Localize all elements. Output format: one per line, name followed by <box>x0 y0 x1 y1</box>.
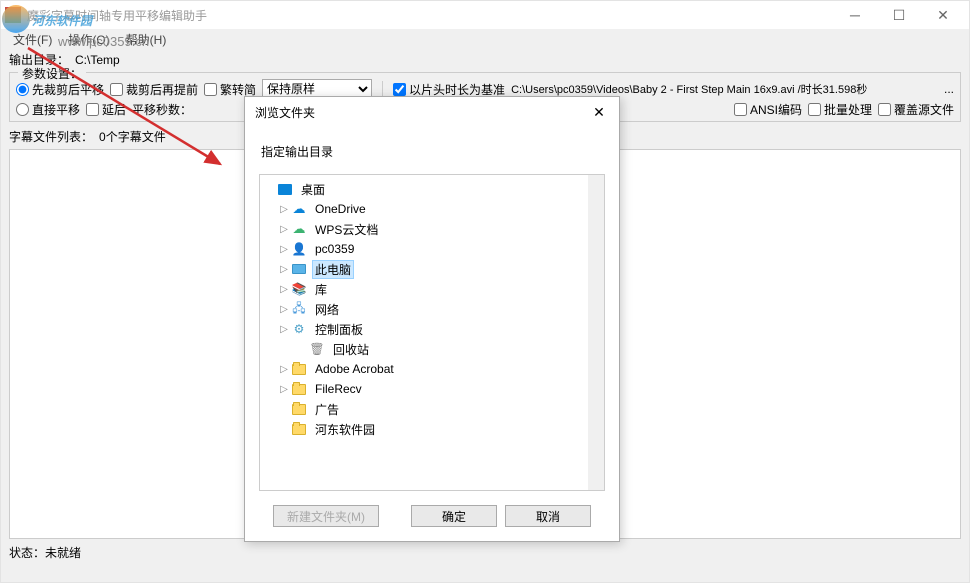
dialog-title: 浏览文件夹 <box>255 104 589 121</box>
check-overwrite[interactable]: 覆盖源文件 <box>878 101 954 118</box>
menu-operate[interactable]: 操作(O) <box>60 29 117 50</box>
params-title: 参数设置： <box>18 65 86 82</box>
folder-icon <box>292 424 306 435</box>
check-batch[interactable]: 批量处理 <box>808 101 872 118</box>
tree-control[interactable]: ▷⚙控制面板 <box>260 319 604 339</box>
video-info: C:\Users\pc0359\Videos\Baby 2 - First St… <box>511 81 867 97</box>
check-clip-basis[interactable]: 以片头时长为基准 <box>393 81 505 98</box>
separator <box>382 81 383 97</box>
tree-ad[interactable]: 广告 <box>260 399 604 419</box>
menu-help[interactable]: 帮助(H) <box>118 29 175 50</box>
check-ansi[interactable]: ANSI编码 <box>734 101 802 118</box>
status-value: 未就绪 <box>45 546 81 560</box>
tree-thispc[interactable]: ▷此电脑 <box>260 259 604 279</box>
check-opt2[interactable]: 裁剪后再提前 <box>110 81 198 98</box>
tree-recycle[interactable]: 🗑回收站 <box>260 339 604 359</box>
shift-label: 平移秒数： <box>132 101 192 118</box>
pc-icon <box>292 264 306 274</box>
list-count: 0个字幕文件 <box>99 128 166 145</box>
library-icon: 📚 <box>290 281 308 297</box>
list-label: 字幕文件列表： <box>9 128 93 145</box>
output-row: 输出目录： C:\Temp <box>1 49 969 70</box>
check-opt3[interactable]: 繁转简 <box>204 81 256 98</box>
status-label: 状态： <box>9 546 45 560</box>
maximize-button[interactable]: ☐ <box>877 1 921 29</box>
onedrive-icon: ☁ <box>290 201 308 217</box>
wps-icon: ☁ <box>290 221 308 237</box>
recycle-icon: 🗑 <box>308 341 326 357</box>
folder-tree[interactable]: 桌面 ▷☁OneDrive ▷☁WPS云文档 ▷👤pc0359 ▷此电脑 ▷📚库… <box>259 174 605 491</box>
tree-wps[interactable]: ▷☁WPS云文档 <box>260 219 604 239</box>
tree-hedong[interactable]: 河东软件园 <box>260 419 604 439</box>
control-panel-icon: ⚙ <box>290 321 308 337</box>
check-delay[interactable]: 延后 <box>86 101 126 118</box>
radio-direct[interactable]: 直接平移 <box>16 101 80 118</box>
tree-scrollbar[interactable] <box>588 175 604 490</box>
menu-bar: 文件(F) 操作(O) 帮助(H) <box>1 29 969 49</box>
new-folder-button[interactable]: 新建文件夹(M) <box>273 505 379 527</box>
tree-onedrive[interactable]: ▷☁OneDrive <box>260 199 604 219</box>
window-title: 魔彩字幕时间轴专用平移编辑助手 <box>27 7 833 24</box>
app-icon <box>5 7 21 23</box>
tree-adobe[interactable]: ▷Adobe Acrobat <box>260 359 604 379</box>
browse-icon[interactable]: ... <box>944 82 954 96</box>
title-bar: 魔彩字幕时间轴专用平移编辑助手 ─ ☐ ✕ <box>1 1 969 29</box>
folder-icon <box>292 404 306 415</box>
ok-button[interactable]: 确定 <box>411 505 497 527</box>
desktop-icon <box>278 184 292 195</box>
dialog-title-bar: 浏览文件夹 ✕ <box>245 97 619 127</box>
minimize-button[interactable]: ─ <box>833 1 877 29</box>
browse-folder-dialog: 浏览文件夹 ✕ 指定输出目录 桌面 ▷☁OneDrive ▷☁WPS云文档 ▷👤… <box>244 96 620 542</box>
cancel-button[interactable]: 取消 <box>505 505 591 527</box>
close-button[interactable]: ✕ <box>921 1 965 29</box>
status-bar: 状态：未就绪 <box>1 541 969 564</box>
network-icon: 🖧 <box>290 301 308 317</box>
tree-desktop[interactable]: 桌面 <box>260 179 604 199</box>
user-icon: 👤 <box>290 241 308 257</box>
tree-filerecv[interactable]: ▷FileRecv <box>260 379 604 399</box>
dialog-close-button[interactable]: ✕ <box>589 104 609 121</box>
menu-file[interactable]: 文件(F) <box>5 29 60 50</box>
tree-network[interactable]: ▷🖧网络 <box>260 299 604 319</box>
radio-opt1[interactable]: 先裁剪后平移 <box>16 81 104 98</box>
folder-icon <box>292 384 306 395</box>
tree-lib[interactable]: ▷📚库 <box>260 279 604 299</box>
folder-icon <box>292 364 306 375</box>
tree-user[interactable]: ▷👤pc0359 <box>260 239 604 259</box>
dialog-prompt: 指定输出目录 <box>259 135 605 174</box>
